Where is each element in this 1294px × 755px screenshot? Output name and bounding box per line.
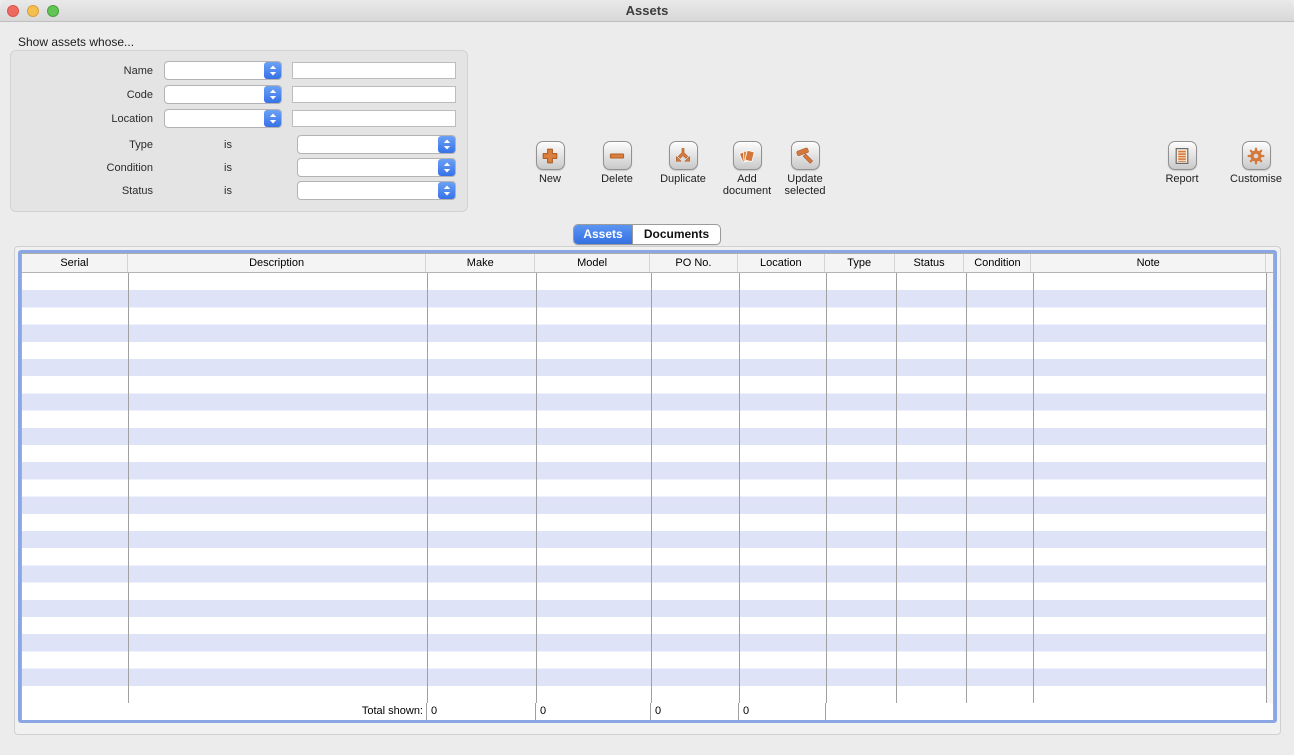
hammer-icon (791, 141, 820, 170)
chevron-up-down-icon (264, 110, 281, 127)
column-header-model[interactable]: Model (535, 254, 650, 272)
column-divider (1033, 273, 1034, 703)
column-divider (427, 273, 428, 703)
column-divider (536, 273, 537, 703)
footer-total-make: 0 (427, 703, 536, 720)
documents-fan-icon (733, 141, 762, 170)
type-label: Type (11, 135, 153, 155)
condition-label: Condition (11, 158, 153, 178)
split-arrow-icon (669, 141, 698, 170)
column-divider (651, 273, 652, 703)
table-body (22, 273, 1273, 703)
column-header-type[interactable]: Type (825, 254, 895, 272)
duplicate-button-label: Duplicate (651, 173, 715, 185)
column-header-status[interactable]: Status (895, 254, 965, 272)
new-button[interactable]: New (518, 141, 582, 185)
tab-bar: Assets Documents (573, 224, 721, 245)
delete-button-label: Delete (585, 173, 649, 185)
table-footer: Total shown: 0 0 0 0 (22, 703, 1273, 720)
plus-icon (536, 141, 565, 170)
filter-row-location: Location (11, 109, 467, 129)
footer-total-label: Total shown: (128, 703, 427, 720)
column-header-spacer (1266, 254, 1273, 272)
table-header: Serial Description Make Model PO No. Loc… (22, 254, 1273, 273)
location-comparator-popup[interactable] (164, 109, 282, 128)
footer-total-location: 0 (739, 703, 826, 720)
column-header-note[interactable]: Note (1031, 254, 1266, 272)
status-label: Status (11, 181, 153, 201)
condition-popup[interactable] (297, 158, 456, 177)
footer-total-model: 0 (536, 703, 651, 720)
new-button-label: New (518, 173, 582, 185)
chevron-up-down-icon (438, 182, 455, 199)
window-title: Assets (0, 0, 1294, 22)
name-comparator-popup[interactable] (164, 61, 282, 80)
filter-row-type: Type is (11, 135, 467, 155)
report-icon (1168, 141, 1197, 170)
column-divider (896, 273, 897, 703)
duplicate-button[interactable]: Duplicate (651, 141, 715, 185)
titlebar: Assets (0, 0, 1294, 22)
filter-row-status: Status is (11, 181, 467, 201)
assets-table: Serial Description Make Model PO No. Loc… (18, 250, 1277, 723)
filter-heading: Show assets whose... (18, 35, 134, 49)
status-operator: is (206, 181, 250, 201)
footer-serial-cell (22, 703, 128, 720)
filter-row-name: Name (11, 61, 467, 81)
column-header-condition[interactable]: Condition (964, 254, 1031, 272)
customise-button[interactable]: Customise (1222, 141, 1290, 185)
column-header-location[interactable]: Location (738, 254, 825, 272)
minus-icon (603, 141, 632, 170)
filter-panel: Name Code Location Type (10, 50, 468, 212)
chevron-up-down-icon (264, 86, 281, 103)
scrollbar-track[interactable] (1266, 273, 1273, 703)
location-input[interactable] (292, 110, 456, 127)
column-header-serial[interactable]: Serial (22, 254, 128, 272)
chevron-up-down-icon (264, 62, 281, 79)
gear-icon (1242, 141, 1271, 170)
table-panel: Serial Description Make Model PO No. Loc… (14, 246, 1281, 735)
chevron-up-down-icon (438, 159, 455, 176)
update-selected-button-label: Update selected (770, 173, 840, 197)
update-selected-button[interactable]: Update selected (770, 141, 840, 197)
column-divider (826, 273, 827, 703)
footer-spacer (826, 703, 1273, 720)
status-popup[interactable] (297, 181, 456, 200)
report-button-label: Report (1150, 173, 1214, 185)
tab-documents[interactable]: Documents (632, 225, 720, 244)
column-header-make[interactable]: Make (426, 254, 535, 272)
type-operator: is (206, 135, 250, 155)
column-header-description[interactable]: Description (128, 254, 427, 272)
delete-button[interactable]: Delete (585, 141, 649, 185)
report-button[interactable]: Report (1150, 141, 1214, 185)
filter-row-condition: Condition is (11, 158, 467, 178)
location-label: Location (11, 109, 153, 129)
customise-button-label: Customise (1222, 173, 1290, 185)
column-divider (739, 273, 740, 703)
column-header-po-no[interactable]: PO No. (650, 254, 738, 272)
footer-total-po-no: 0 (651, 703, 739, 720)
name-input[interactable] (292, 62, 456, 79)
type-popup[interactable] (297, 135, 456, 154)
code-input[interactable] (292, 86, 456, 103)
chevron-up-down-icon (438, 136, 455, 153)
code-label: Code (11, 85, 153, 105)
filter-row-code: Code (11, 85, 467, 105)
name-label: Name (11, 61, 153, 81)
condition-operator: is (206, 158, 250, 178)
tab-assets[interactable]: Assets (574, 225, 632, 244)
column-divider (128, 273, 129, 703)
code-comparator-popup[interactable] (164, 85, 282, 104)
column-divider (966, 273, 967, 703)
